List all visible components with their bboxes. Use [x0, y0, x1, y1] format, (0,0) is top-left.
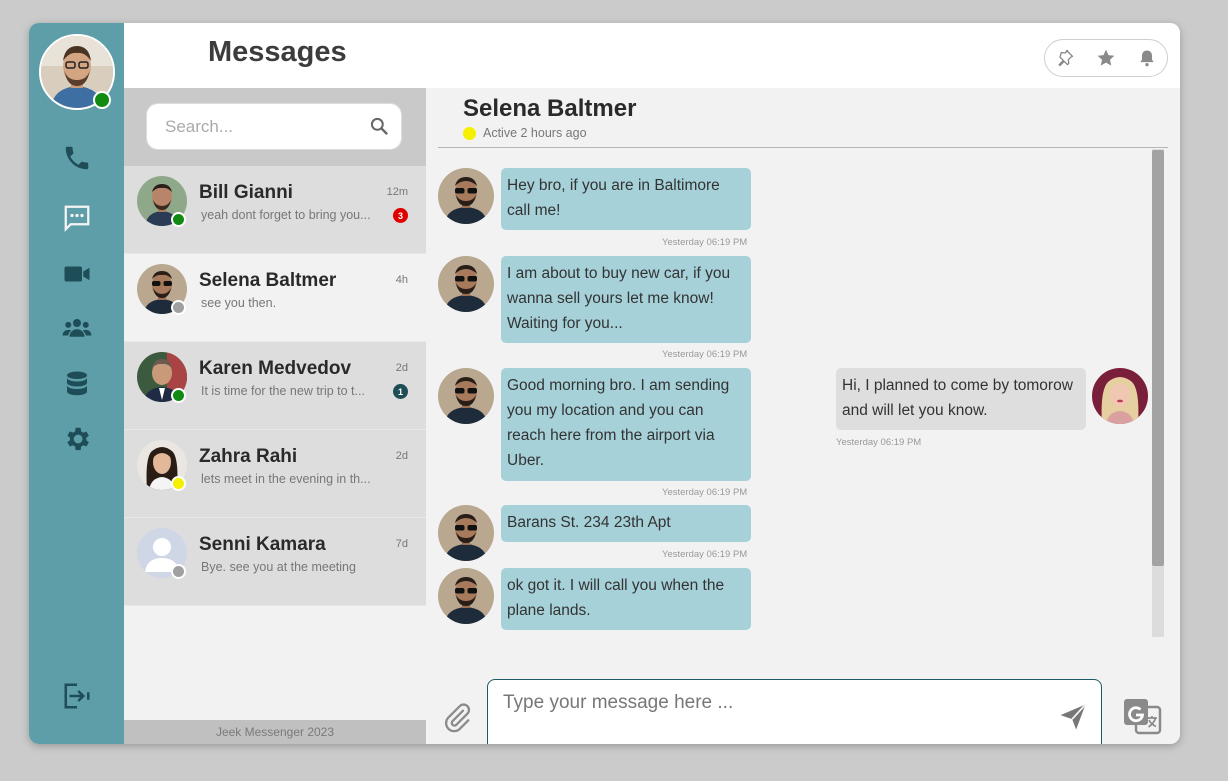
sender-avatar: [438, 168, 494, 224]
active-status-text: Active 2 hours ago: [483, 126, 587, 140]
status-dot: [171, 300, 186, 315]
pin-icon[interactable]: [1055, 48, 1075, 68]
unread-badge: 3: [393, 208, 408, 223]
star-icon[interactable]: [1096, 48, 1116, 68]
contact-name: Karen Medvedov: [199, 358, 352, 379]
bell-icon[interactable]: [1137, 48, 1157, 68]
contact-senni-kamara[interactable]: Senni Kamara Bye. see you at the meeting…: [124, 518, 426, 606]
contact-name: Zahra Rahi: [199, 446, 298, 467]
phone-icon[interactable]: [60, 141, 94, 175]
sender-avatar: [438, 505, 494, 561]
sender-avatar: [438, 368, 494, 424]
chat-contact-name: Selena Baltmer: [463, 95, 637, 122]
search-input[interactable]: [163, 114, 357, 140]
message-timestamp: Yesterday 06:19 PM: [662, 349, 748, 360]
status-dot: [171, 388, 186, 403]
conversation-list: Bill Gianni yeah dont forget to bring yo…: [124, 88, 426, 744]
contact-zahra-rahi[interactable]: Zahra Rahi lets meet in the evening in t…: [124, 430, 426, 518]
message-timestamp: Yesterday 06:19 PM: [662, 549, 748, 560]
message-bubble-incoming: Good morning bro. I am sending you my lo…: [501, 368, 751, 481]
sender-avatar: [438, 256, 494, 312]
paperclip-icon[interactable]: [441, 700, 473, 741]
video-icon[interactable]: [60, 257, 94, 291]
contact-time: 7d: [395, 538, 408, 550]
database-icon[interactable]: [60, 367, 94, 401]
status-dot: [171, 212, 186, 227]
sender-avatar: [438, 568, 494, 624]
search-area: [124, 88, 426, 166]
my-message-avatar: [1092, 368, 1148, 424]
message-bubble-outgoing: Hi, I planned to come by tomorow and wil…: [836, 368, 1086, 430]
users-icon[interactable]: [60, 311, 94, 345]
unread-badge: 1: [393, 384, 408, 399]
chat-header: Selena Baltmer Active 2 hours ago: [438, 88, 1168, 148]
message-list: Hey bro, if you are in Baltimore call me…: [426, 148, 1166, 660]
contact-name: Selena Baltmer: [199, 270, 337, 291]
chat-pane: Selena Baltmer Active 2 hours ago Hey br…: [426, 88, 1180, 744]
contact-preview: lets meet in the evening in th...: [201, 472, 371, 486]
contact-time: 2d: [395, 450, 408, 462]
message-input[interactable]: [501, 690, 1045, 744]
search-box: [146, 103, 402, 150]
gear-icon[interactable]: [60, 422, 94, 456]
message-scrollbar[interactable]: [1152, 149, 1164, 637]
contact-selena-baltmer[interactable]: Selena Baltmer see you then. 4h: [124, 254, 426, 342]
app-footer: Jeek Messenger 2023: [124, 720, 426, 744]
scrollbar-thumb[interactable]: [1152, 150, 1164, 566]
active-status-dot: [463, 127, 476, 140]
message-timestamp: Yesterday 06:19 PM: [662, 487, 748, 498]
contact-time: 4h: [395, 274, 408, 286]
contact-time: 2d: [395, 362, 408, 374]
contact-preview: yeah dont forget to bring you...: [201, 208, 371, 222]
page-title: Messages: [208, 36, 347, 68]
status-dot: [171, 476, 186, 491]
nav-rail: [29, 23, 124, 744]
message-timestamp: Yesterday 06:19 PM: [836, 437, 922, 448]
search-icon[interactable]: [369, 116, 389, 141]
logout-icon[interactable]: [60, 679, 94, 713]
translate-icon[interactable]: [1122, 695, 1164, 742]
message-bubble-incoming: Barans St. 234 23th Apt: [501, 505, 751, 542]
top-bar: Messages: [124, 23, 1180, 88]
messenger-window: Messages Search... Bill Gianni yeah dont…: [29, 23, 1180, 744]
resize-handle[interactable]: [1089, 741, 1099, 744]
contact-preview: Bye. see you at the meeting: [201, 560, 356, 574]
top-actions: [1044, 39, 1168, 77]
contact-karen-medvedov[interactable]: Karen Medvedov It is time for the new tr…: [124, 342, 426, 430]
contact-bill-gianni[interactable]: Bill Gianni yeah dont forget to bring yo…: [124, 166, 426, 254]
contact-name: Bill Gianni: [199, 182, 293, 203]
contact-name: Senni Kamara: [199, 534, 326, 555]
message-bubble-incoming: Hey bro, if you are in Baltimore call me…: [501, 168, 751, 230]
send-icon[interactable]: [1057, 702, 1089, 737]
chat-icon[interactable]: [60, 201, 94, 235]
message-composer: [487, 679, 1102, 744]
my-status-dot: [93, 91, 111, 109]
contact-time: 12m: [386, 186, 408, 198]
contact-preview: It is time for the new trip to t...: [201, 384, 365, 398]
message-bubble-incoming: ok got it. I will call you when the plan…: [501, 568, 751, 630]
contact-preview: see you then.: [201, 296, 277, 310]
message-bubble-incoming: I am about to buy new car, if you wanna …: [501, 256, 751, 343]
status-dot: [171, 564, 186, 579]
message-timestamp: Yesterday 06:19 PM: [662, 237, 748, 248]
